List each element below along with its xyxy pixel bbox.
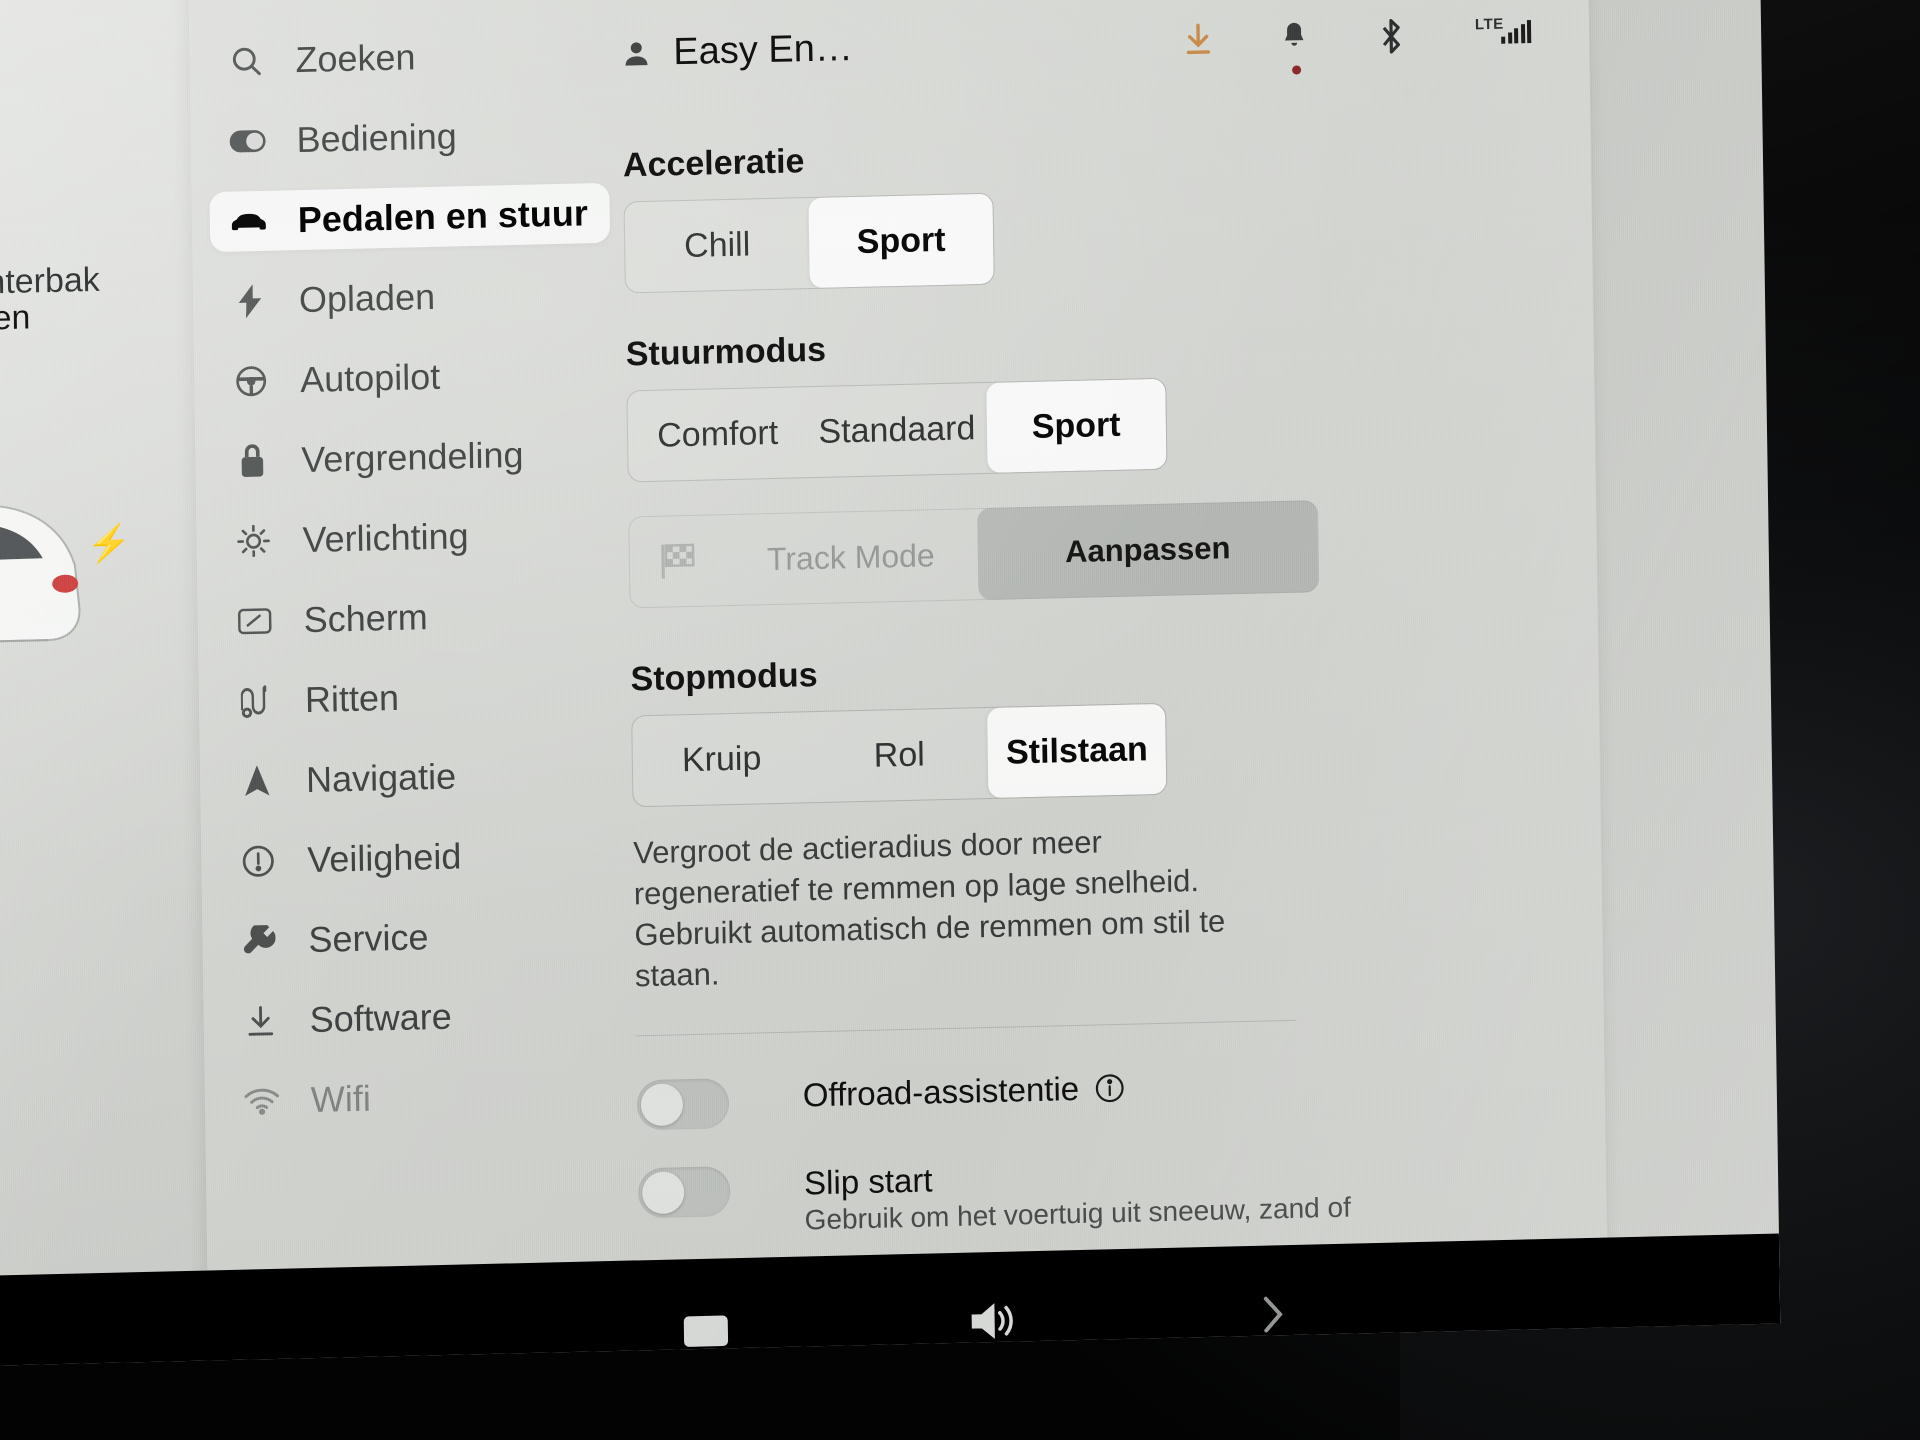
sidebar-item-label: Vergrendeling — [301, 433, 524, 481]
alert-circle-icon — [239, 844, 277, 879]
slip-start-row: Slip start Gebruik om het voertuig uit s… — [637, 1109, 1568, 1243]
toggle-icon — [228, 129, 266, 154]
page-title: Easy En… — [673, 26, 854, 74]
section-title: Acceleratie — [622, 142, 805, 185]
offroad-assist-toggle[interactable] — [636, 1078, 730, 1131]
software-download-icon[interactable] — [1181, 20, 1216, 61]
sidebar-item-autopilot[interactable]: Autopilot — [212, 343, 613, 412]
volume-icon[interactable] — [968, 1297, 1029, 1344]
chevron-right-icon[interactable] — [1258, 1291, 1289, 1338]
sidebar-item-wifi[interactable]: Wifi — [222, 1063, 623, 1132]
track-mode-customize-button[interactable]: Aanpassen — [977, 500, 1319, 601]
trunk-status: Achterbak Open — [0, 261, 187, 338]
sidebar-item-label: Wifi — [310, 1077, 372, 1121]
sidebar-item-label: Autopilot — [299, 355, 441, 401]
sidebar-item-opladen[interactable]: Opladen — [211, 263, 612, 332]
sidebar-item-vergrendeling[interactable]: Vergrendeling — [213, 423, 614, 492]
info-icon[interactable] — [1095, 1073, 1125, 1104]
sidebar-item-ritten[interactable]: Ritten — [216, 663, 617, 732]
display-icon — [236, 607, 274, 636]
sidebar-item-label: Veiligheid — [306, 835, 462, 881]
acceleration-segmented-control: Chill Sport — [623, 192, 995, 294]
sidebar-item-label: Scherm — [303, 596, 429, 641]
lock-icon — [233, 444, 271, 479]
search-icon — [227, 44, 265, 79]
offroad-assist-label: Offroad-assistentie — [802, 1070, 1080, 1114]
steering-segmented-control: Comfort Standaard Sport — [626, 377, 1168, 483]
lte-label: LTE — [1474, 15, 1504, 34]
toggle-knob — [640, 1083, 684, 1127]
track-mode-label[interactable]: Track Mode — [724, 536, 978, 579]
stop-mode-segmented-control: Kruip Rol Stilstaan — [631, 702, 1168, 808]
tesla-touchscreen: PRND D Achterbak Open ⚡ 15:50 15°C — [0, 0, 1781, 1366]
header-icon-tray: LTE — [1181, 13, 1538, 75]
vehicle-visualization-pane: PRND D Achterbak Open ⚡ — [0, 0, 209, 1366]
acceleration-option-chill[interactable]: Chill — [625, 198, 810, 292]
sidebar-item-software[interactable]: Software — [221, 983, 622, 1052]
steering-wheel-icon — [232, 364, 270, 399]
stop-mode-section: Stopmodus Kruip Rol Stilstaan Vergroot d… — [630, 638, 1565, 997]
bolt-icon — [231, 284, 269, 319]
person-icon — [625, 41, 648, 66]
stop-mode-option-stilstaan[interactable]: Stilstaan — [987, 703, 1167, 798]
charge-port-bolt-icon: ⚡ — [86, 522, 132, 565]
bluetooth-icon[interactable] — [1377, 16, 1412, 57]
notification-bell-icon[interactable] — [1279, 18, 1314, 75]
trunk-status-value: Open — [0, 298, 31, 339]
sidebar-item-label: Verlichting — [302, 515, 469, 561]
notification-badge — [1292, 65, 1302, 75]
slip-start-toggle[interactable] — [637, 1166, 731, 1219]
section-title: Stopmodus — [630, 655, 818, 699]
settings-content: Acceleratie Chill Sport Stuurmodus Comfo… — [623, 125, 1569, 1243]
sidebar-item-veiligheid[interactable]: Veiligheid — [219, 823, 620, 892]
photograph-background: PRND D Achterbak Open ⚡ 15:50 15°C — [0, 0, 1920, 1440]
steering-option-sport[interactable]: Sport — [985, 378, 1167, 473]
stop-mode-option-rol[interactable]: Rol — [810, 708, 989, 802]
acceleration-option-sport[interactable]: Sport — [808, 193, 994, 289]
sun-icon — [234, 524, 272, 559]
stop-mode-description: Vergroot de actieradius door meer regene… — [632, 824, 1226, 994]
sidebar-item-bediening[interactable]: Bediening — [208, 103, 609, 172]
wifi-icon — [243, 1087, 281, 1116]
steering-option-comfort[interactable]: Comfort — [627, 387, 808, 481]
sidebar-item-label: Ritten — [304, 676, 400, 721]
sidebar-item-label: Zoeken — [295, 36, 416, 81]
trunk-status-label: Achterbak — [0, 260, 101, 303]
track-mode-row: Track Mode Aanpassen — [628, 500, 1320, 609]
wrench-icon — [240, 924, 278, 958]
sidebar-item-service[interactable]: Service — [220, 903, 621, 972]
sidebar-item-label: Opladen — [298, 275, 436, 321]
sidebar-item-label: Pedalen en stuur — [297, 192, 589, 241]
car-icon — [230, 209, 268, 234]
offroad-assist-label-group: Offroad-assistentie — [803, 1069, 1126, 1115]
download-icon — [241, 1004, 279, 1039]
sidebar-item-label: Software — [309, 995, 452, 1041]
settings-panel: Easy En… LTE Zoeken Bediening Pedalen en… — [187, 0, 1609, 1361]
section-title: Stuurmodus — [625, 330, 827, 374]
bottom-icon-row — [680, 1291, 1289, 1351]
navigation-arrow-icon — [238, 765, 276, 798]
acceleration-section: Acceleratie Chill Sport — [623, 125, 1555, 294]
car-controls-icon[interactable] — [680, 1305, 739, 1350]
sidebar-item-label: Bediening — [296, 115, 458, 161]
sidebar-item-navigatie[interactable]: Navigatie — [218, 743, 619, 812]
settings-sidebar: Zoeken Bediening Pedalen en stuur Oplade… — [207, 23, 624, 1152]
steering-option-standaard[interactable]: Standaard — [807, 383, 988, 477]
sidebar-item-scherm[interactable]: Scherm — [215, 583, 616, 652]
checkered-flag-icon — [630, 540, 725, 582]
sidebar-item-label: Navigatie — [305, 755, 457, 801]
sidebar-item-verlichting[interactable]: Verlichting — [214, 503, 615, 572]
lte-signal-icon: LTE — [1475, 13, 1538, 54]
sidebar-item-zoeken[interactable]: Zoeken — [207, 23, 608, 92]
route-icon — [237, 684, 275, 719]
stop-mode-option-kruip[interactable]: Kruip — [632, 712, 811, 806]
panel-title-group[interactable]: Easy En… — [621, 27, 853, 75]
sidebar-item-pedalen-en-stuur[interactable]: Pedalen en stuur — [209, 182, 611, 253]
steering-section: Stuurmodus Comfort Standaard Sport — [626, 314, 1558, 483]
toggle-knob — [641, 1171, 685, 1215]
sidebar-item-label: Service — [308, 916, 429, 961]
